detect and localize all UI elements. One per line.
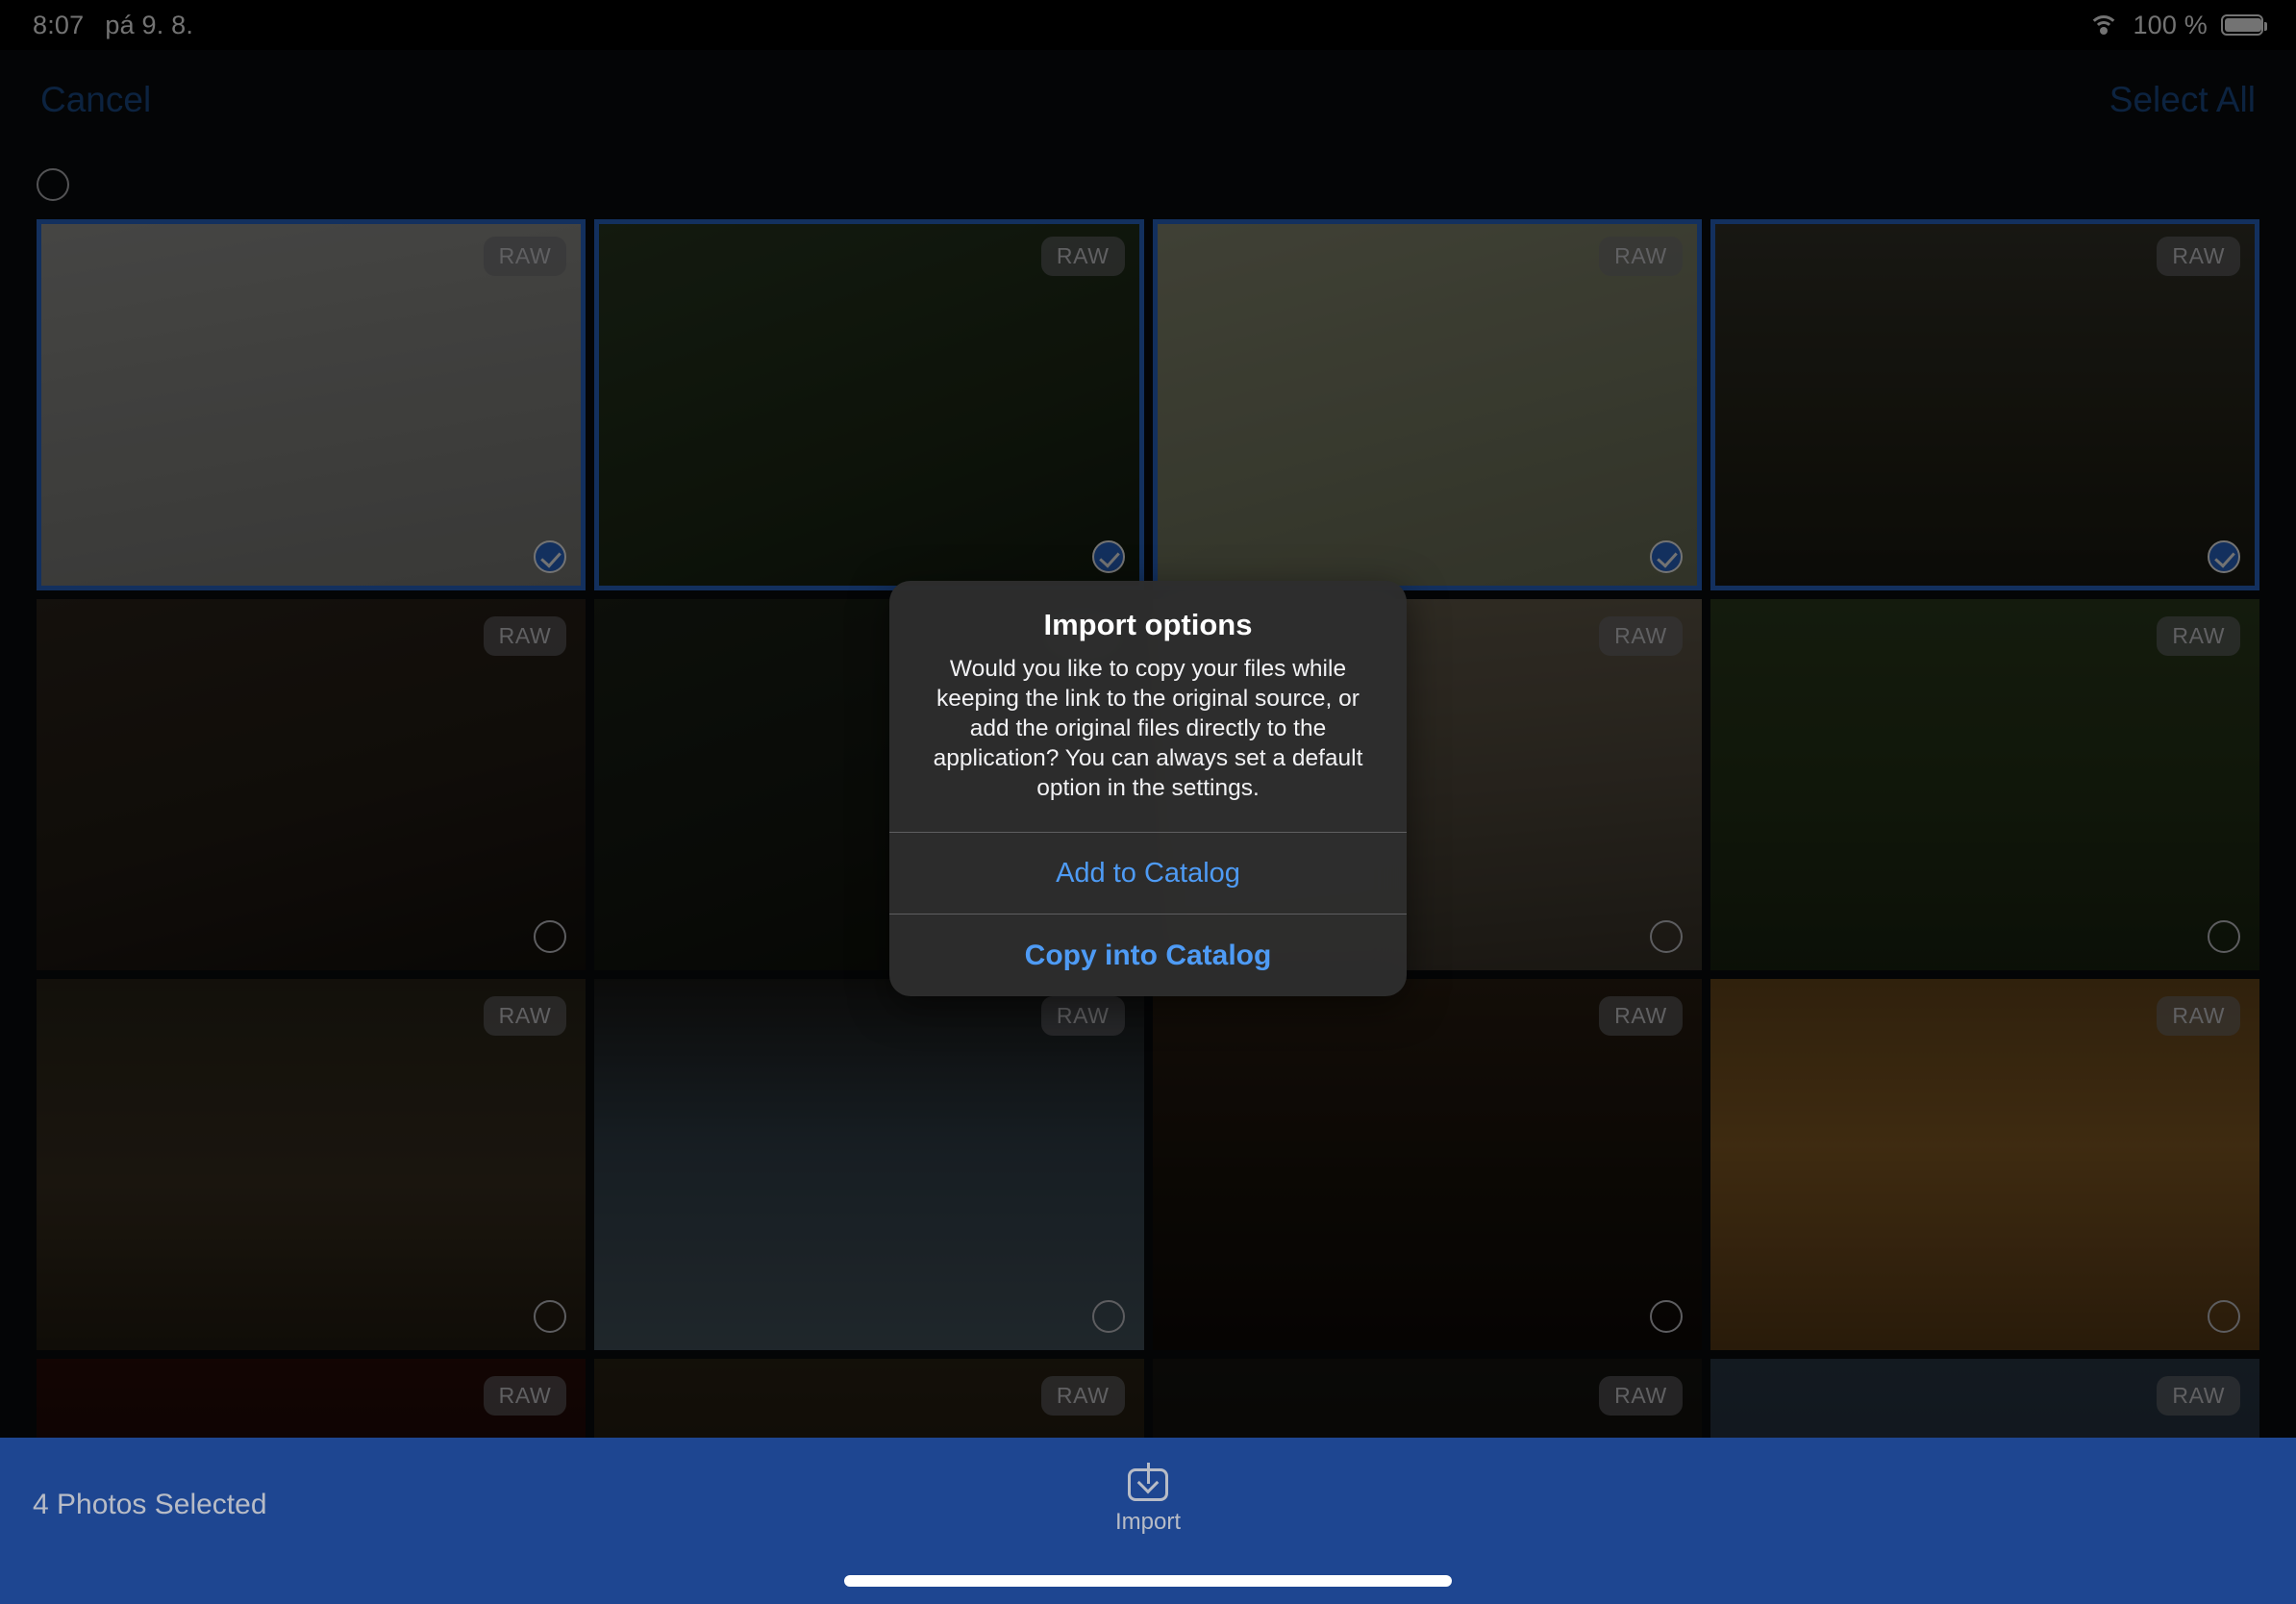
photo-thumbnail — [41, 224, 582, 586]
circle-unselected-icon[interactable] — [534, 1300, 567, 1333]
photo-thumbnail — [1157, 224, 1697, 586]
raw-badge: RAW — [483, 1376, 567, 1416]
add-to-catalog-button[interactable]: Add to Catalog — [889, 832, 1407, 914]
dialog-message: Would you like to copy your files while … — [933, 656, 1363, 801]
raw-badge: RAW — [1599, 237, 1683, 276]
import-options-dialog: Import options Would you like to copy yo… — [889, 581, 1407, 996]
photo-cell[interactable]: RAW — [1710, 219, 2259, 590]
photo-cell[interactable]: RAW — [37, 219, 586, 590]
photo-cell[interactable]: RAW — [1710, 979, 2259, 1350]
raw-badge: RAW — [2157, 996, 2240, 1036]
circle-unselected-icon[interactable] — [534, 920, 567, 953]
app-root: 8:07 pá 9. 8. 100 % Cancel Select All RA… — [0, 0, 2296, 1604]
circle-unselected-icon[interactable] — [1649, 920, 1683, 953]
selection-count-label: 4 Photos Selected — [33, 1489, 267, 1520]
raw-badge: RAW — [1040, 1376, 1125, 1416]
circle-unselected-icon[interactable] — [2208, 1300, 2240, 1333]
copy-into-catalog-button[interactable]: Copy into Catalog — [889, 914, 1407, 996]
select-all-button[interactable]: Select All — [2109, 80, 2256, 120]
status-bar-left: 8:07 pá 9. 8. — [33, 11, 193, 40]
raw-badge: RAW — [1040, 996, 1125, 1036]
status-bar: 8:07 pá 9. 8. 100 % — [0, 0, 2296, 50]
import-tray-arrow-down-icon — [1127, 1461, 1168, 1501]
status-date: pá 9. 8. — [105, 10, 194, 39]
photo-cell[interactable]: RAW — [594, 219, 1144, 590]
import-button-label: Import — [1114, 1509, 1182, 1535]
raw-badge: RAW — [483, 996, 567, 1036]
photo-cell[interactable]: RAW — [594, 979, 1144, 1350]
battery-icon — [2221, 14, 2267, 36]
photo-cell[interactable]: RAW — [37, 979, 586, 1350]
checkmark-selected-icon[interactable] — [1649, 540, 1683, 573]
navigation-bar: Cancel Select All — [0, 50, 2296, 150]
cancel-button[interactable]: Cancel — [40, 80, 151, 120]
raw-badge: RAW — [483, 237, 567, 276]
photo-cell[interactable]: RAW — [1152, 219, 1702, 590]
circle-unselected-icon[interactable] — [2208, 920, 2240, 953]
bottom-toolbar: 4 Photos Selected Import — [0, 1438, 2296, 1604]
raw-badge: RAW — [483, 616, 567, 656]
circle-unselected-icon[interactable] — [1649, 1300, 1683, 1333]
raw-badge: RAW — [2157, 237, 2240, 276]
checkmark-selected-icon[interactable] — [2208, 540, 2240, 573]
dialog-body: Import options Would you like to copy yo… — [889, 581, 1407, 832]
raw-badge: RAW — [1599, 1376, 1683, 1416]
checkmark-selected-icon[interactable] — [1091, 540, 1125, 573]
raw-badge: RAW — [1599, 996, 1683, 1036]
photo-thumbnail — [1714, 224, 2255, 586]
battery-percent-label: 100 % — [2133, 10, 2208, 39]
photo-thumbnail — [599, 224, 1139, 586]
photo-cell[interactable]: RAW — [1710, 599, 2259, 970]
raw-badge: RAW — [2157, 616, 2240, 656]
section-header — [0, 150, 2296, 219]
wifi-icon — [2088, 13, 2120, 37]
raw-badge: RAW — [1599, 616, 1683, 656]
photo-cell[interactable]: RAW — [1152, 979, 1702, 1350]
import-button[interactable]: Import — [1115, 1461, 1181, 1536]
dialog-title: Import options — [1043, 608, 1253, 641]
section-select-circle-icon[interactable] — [37, 168, 69, 201]
home-indicator[interactable] — [844, 1575, 1452, 1587]
circle-unselected-icon[interactable] — [1091, 1300, 1125, 1333]
status-bar-right: 100 % — [2088, 10, 2267, 40]
checkmark-selected-icon[interactable] — [534, 540, 567, 573]
status-time: 8:07 — [33, 10, 85, 39]
raw-badge: RAW — [2157, 1376, 2240, 1416]
photo-cell[interactable]: RAW — [37, 599, 586, 970]
raw-badge: RAW — [1040, 237, 1125, 276]
